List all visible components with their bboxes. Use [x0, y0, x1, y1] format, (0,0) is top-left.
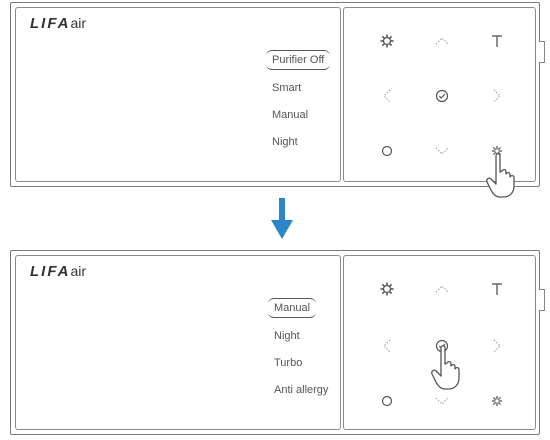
fan-icon[interactable]: [487, 391, 507, 411]
right-icon[interactable]: [487, 336, 507, 356]
lifa-air-logo: LIFAair: [30, 263, 87, 280]
down-icon[interactable]: [432, 391, 452, 411]
menu-item-purifier-off[interactable]: Purifier Off: [266, 50, 331, 70]
settings-icon[interactable]: [377, 279, 397, 299]
menu-item-manual[interactable]: Manual: [268, 298, 317, 318]
left-icon[interactable]: [377, 336, 397, 356]
menu-item-turbo[interactable]: Turbo: [274, 357, 302, 369]
pointing-hand-icon: [486, 153, 515, 198]
timer-icon[interactable]: [487, 279, 507, 299]
transition-arrow-icon: [271, 198, 293, 239]
display-screen: LIFAair Manual Night Turbo Anti allergy: [15, 255, 341, 430]
right-icon[interactable]: [487, 86, 507, 106]
up-icon[interactable]: [432, 31, 452, 51]
lifa-air-logo: LIFAair: [30, 15, 87, 32]
menu-item-night[interactable]: Night: [272, 136, 298, 148]
control-keypad: [343, 7, 536, 198]
menu-item-night[interactable]: Night: [274, 330, 300, 342]
menu-item-manual[interactable]: Manual: [272, 109, 308, 121]
menu-item-anti-allergy[interactable]: Anti allergy: [274, 384, 328, 396]
device-panel-before: LIFAair Purifier Off Smart Manual Night: [10, 2, 545, 198]
device-panel-after: LIFAair Manual Night Turbo Anti allergy: [10, 250, 545, 435]
timer-icon[interactable]: [487, 31, 507, 51]
pointing-hand-icon: [431, 345, 460, 390]
left-icon[interactable]: [377, 86, 397, 106]
power-icon[interactable]: [377, 141, 397, 161]
confirm-icon[interactable]: [432, 86, 452, 106]
control-keypad: [343, 255, 536, 430]
side-tab: [539, 289, 545, 311]
up-icon[interactable]: [432, 279, 452, 299]
side-tab: [539, 41, 545, 63]
power-icon[interactable]: [377, 391, 397, 411]
display-screen: LIFAair Purifier Off Smart Manual Night: [15, 7, 341, 182]
settings-icon[interactable]: [377, 31, 397, 51]
menu-item-smart[interactable]: Smart: [272, 82, 301, 94]
down-icon[interactable]: [432, 141, 452, 161]
